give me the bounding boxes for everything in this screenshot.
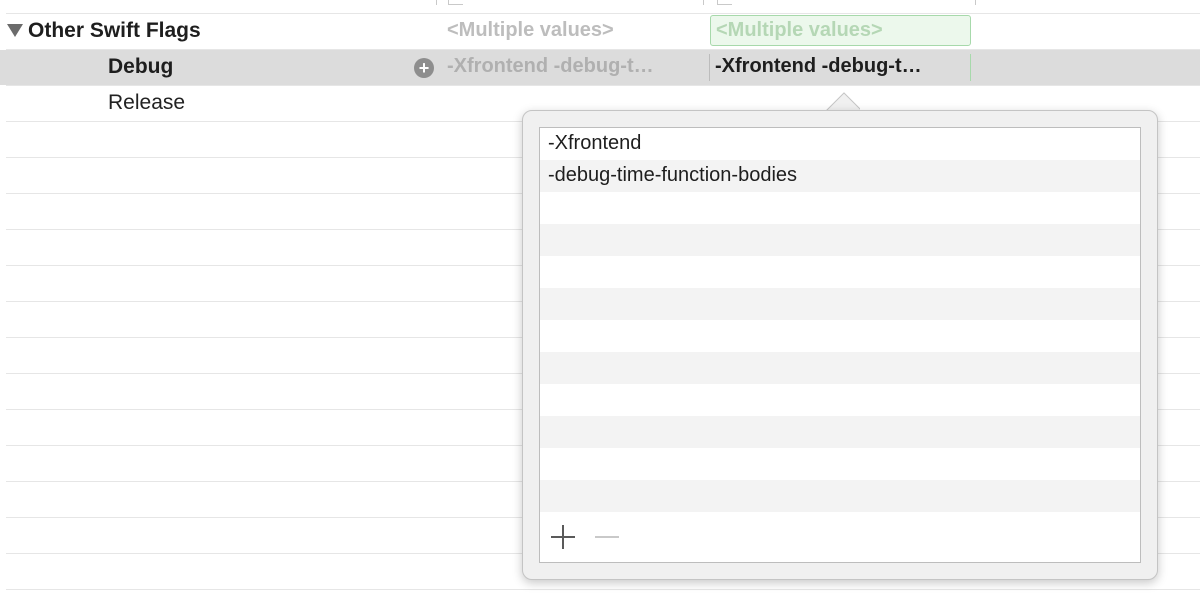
flags-list[interactable]: -Xfrontend -debug-time-function-bodies: [539, 127, 1141, 563]
list-footer: [540, 514, 1140, 562]
list-item-text[interactable]: -Xfrontend: [548, 132, 641, 155]
empty-list-row: [540, 352, 1140, 384]
row-divider: [6, 589, 1200, 590]
empty-list-row: [540, 192, 1140, 224]
list-item[interactable]: -Xfrontend: [540, 128, 1140, 160]
column-header-icon: [448, 0, 463, 5]
level-value[interactable]: -Xfrontend -debug-t…: [715, 55, 922, 78]
column-divider: [975, 0, 976, 5]
add-item-button[interactable]: [550, 524, 576, 550]
empty-list-row: [540, 448, 1140, 480]
column-divider: [709, 54, 710, 81]
resolved-value[interactable]: <Multiple values>: [447, 19, 614, 42]
list-item-text[interactable]: -debug-time-function-bodies: [548, 164, 797, 187]
empty-list-row: [540, 288, 1140, 320]
remove-item-button[interactable]: [594, 524, 620, 550]
level-value: <Multiple values>: [716, 19, 883, 41]
disclosure-triangle-icon[interactable]: [7, 24, 23, 37]
setting-row-other-swift-flags[interactable]: Other Swift Flags <Multiple values> <Mul…: [0, 13, 1200, 49]
configuration-label: Release: [108, 91, 186, 114]
empty-list-row: [540, 224, 1140, 256]
list-item[interactable]: -debug-time-function-bodies: [540, 160, 1140, 192]
empty-list-row: [540, 256, 1140, 288]
column-divider: [436, 0, 437, 5]
empty-list-row: [540, 384, 1140, 416]
level-field-edge: [970, 54, 971, 81]
configuration-row-debug[interactable]: Debug + -Xfrontend -debug-t… -Xfrontend …: [0, 50, 1200, 85]
level-value-field[interactable]: <Multiple values>: [710, 15, 971, 46]
column-divider: [703, 0, 704, 5]
resolved-value[interactable]: -Xfrontend -debug-t…: [447, 55, 654, 78]
empty-list-row: [540, 416, 1140, 448]
column-header-strip: [0, 0, 1200, 13]
column-header-icon: [717, 0, 732, 5]
empty-list-row: [540, 320, 1140, 352]
setting-title: Other Swift Flags: [28, 19, 201, 42]
empty-list-row: [540, 480, 1140, 512]
flags-editor-popover: -Xfrontend -debug-time-function-bodies: [522, 110, 1158, 580]
popover-arrow: [826, 88, 860, 112]
configuration-label: Debug: [108, 55, 174, 78]
add-condition-icon[interactable]: +: [414, 58, 434, 78]
